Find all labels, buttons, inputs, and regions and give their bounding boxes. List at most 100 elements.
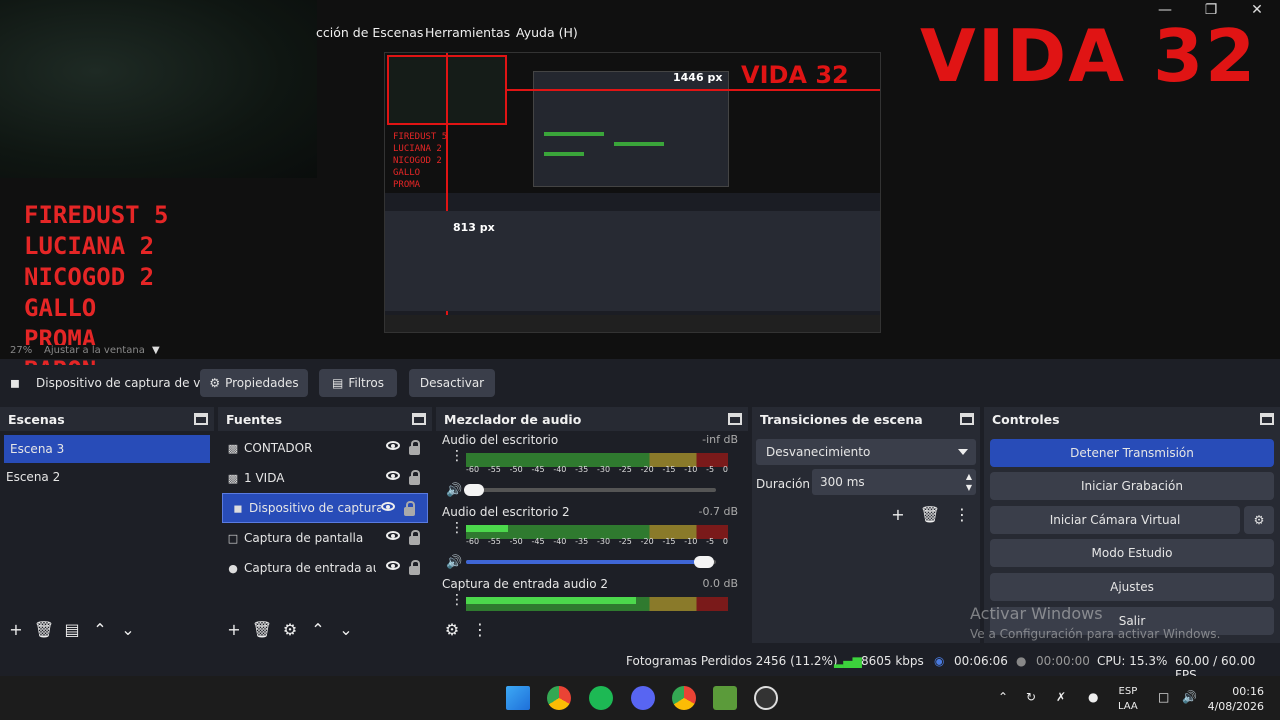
filters-button[interactable]: ▤ Filtros [319, 369, 397, 397]
monitor-icon[interactable]: □ [1158, 690, 1169, 704]
properties-button[interactable]: ⚙ Propiedades [200, 369, 308, 397]
chevron-up-icon[interactable]: ⌃ [998, 690, 1008, 704]
speaker-icon[interactable]: 🔊 [446, 555, 462, 570]
level-meter [466, 597, 728, 611]
dock-title: Escenas [8, 411, 65, 427]
deactivate-button[interactable]: Desactivar [409, 369, 495, 397]
speaker-icon[interactable]: 🔊 [1182, 690, 1197, 704]
gear-icon[interactable]: ⚙ [278, 618, 302, 640]
meter-tick-label: -35 [575, 537, 589, 546]
duration-spinbox[interactable]: 300 ms ▲ ▼ [812, 469, 976, 495]
source-label: Dispositivo de captura de video [249, 501, 381, 515]
menu-scene-collection[interactable]: cción de Escenas [316, 25, 423, 40]
trash-icon[interactable]: 🗑 [918, 503, 942, 525]
source-item[interactable]: ◼ Dispositivo de captura de video [222, 493, 428, 523]
lock-icon[interactable] [409, 440, 420, 455]
obs-icon[interactable] [754, 686, 778, 710]
sources-dock: Fuentes ▩ CONTADOR ▩ 1 VIDA ◼ Dispositiv… [218, 407, 432, 643]
scene-item[interactable]: Escena 3 [4, 435, 210, 463]
lock-icon[interactable] [409, 530, 420, 545]
zoom-dropdown-icon[interactable]: ▼ [152, 345, 160, 356]
chrome-profile-icon[interactable] [672, 686, 696, 710]
lock-icon[interactable] [409, 470, 420, 485]
minimize-icon[interactable]: — [1152, 0, 1178, 20]
microphone-icon[interactable]: ● [1088, 690, 1098, 704]
studio-mode-button[interactable]: Modo Estudio [990, 539, 1274, 567]
menu-tools[interactable]: Herramientas [425, 25, 510, 40]
volume-slider[interactable] [463, 484, 716, 496]
move-up-icon[interactable]: ⌃ [88, 618, 112, 640]
nested-screen-capture[interactable]: 1446 px VIDA 32 FIREDUST 5 LUCIANA 2 NIC… [384, 52, 881, 333]
language-indicator[interactable]: ESP LAA [1118, 684, 1138, 714]
scenes-dock: Escenas Escena 3 Escena 2 + 🗑 ▤ ⌃ ⌄ [0, 407, 214, 643]
meter-ticks: -60 -55 -50 -45 -40 -35 -30 -25 -20 -15 -10 -5 0 [466, 465, 728, 474]
network-off-icon[interactable]: ✗ [1056, 690, 1066, 704]
kebab-menu-icon[interactable]: ⋮ [450, 449, 464, 469]
spotify-icon[interactable] [589, 686, 613, 710]
add-icon[interactable]: + [4, 618, 28, 640]
spin-arrows-icon[interactable]: ▲ ▼ [966, 471, 972, 493]
chrome-icon[interactable] [547, 686, 571, 710]
stop-stream-button[interactable]: Detener Transmisión [990, 439, 1274, 467]
eye-icon[interactable] [386, 531, 400, 540]
meter-tick-label: -10 [684, 537, 698, 546]
filters-label: Filtros [348, 376, 384, 390]
trash-icon[interactable]: 🗑 [32, 618, 56, 640]
virtual-cam-settings-button[interactable]: ⚙ [1244, 506, 1274, 534]
kebab-menu-icon[interactable]: ⋮ [468, 618, 492, 640]
channel-db: -0.7 dB [698, 505, 739, 518]
eye-icon[interactable] [381, 502, 395, 511]
close-icon[interactable]: ✕ [1244, 0, 1270, 20]
nested-height-label: 813 px [453, 221, 495, 234]
undock-icon[interactable] [194, 413, 208, 425]
source-item[interactable]: ▩ CONTADOR [218, 433, 432, 463]
menu-help[interactable]: Ayuda (H) [516, 25, 578, 40]
stream-time: 00:06:06 [954, 654, 1008, 668]
eye-icon[interactable] [386, 441, 400, 450]
gear-icon[interactable]: ⚙ [440, 618, 464, 640]
maximize-icon[interactable]: ❐ [1198, 0, 1224, 20]
duration-value: 300 ms [820, 475, 865, 489]
move-down-icon[interactable]: ⌄ [116, 618, 140, 640]
gear-icon: ⚙ [1253, 513, 1265, 527]
filter-icon[interactable]: ▤ [60, 618, 84, 640]
kebab-menu-icon[interactable]: ⋮ [450, 593, 464, 611]
lock-icon[interactable] [409, 560, 420, 575]
source-item[interactable]: ▩ 1 VIDA [218, 463, 432, 493]
transition-select[interactable]: Desvanecimiento [756, 439, 976, 465]
trash-icon[interactable]: 🗑 [250, 618, 274, 640]
discord-icon[interactable] [631, 686, 655, 710]
move-up-icon[interactable]: ⌃ [306, 618, 330, 640]
channel-name: Audio del escritorio [442, 433, 559, 447]
source-item[interactable]: ● Captura de entrada audio [218, 553, 432, 583]
undock-icon[interactable] [728, 413, 742, 425]
channel-db: -inf dB [702, 433, 738, 446]
move-down-icon[interactable]: ⌄ [334, 618, 358, 640]
start-virtual-cam-button[interactable]: Iniciar Cámara Virtual [990, 506, 1240, 534]
source-item[interactable]: □ Captura de pantalla [218, 523, 432, 553]
windows-start-icon[interactable] [506, 686, 530, 710]
meter-tick-label: 0 [722, 465, 728, 474]
add-icon[interactable]: + [886, 503, 910, 525]
duration-label: Duración [756, 477, 811, 491]
kebab-menu-icon[interactable]: ⋮ [450, 521, 464, 541]
preview-canvas[interactable]: VIDA 32 FIREDUST 5 LUCIANA 2 NICOGOD 2 G… [0, 0, 1280, 384]
minecraft-icon[interactable] [713, 686, 737, 710]
kebab-menu-icon[interactable]: ⋮ [950, 503, 974, 525]
scene-item[interactable]: Escena 2 [0, 463, 214, 491]
eye-icon[interactable] [386, 471, 400, 480]
add-icon[interactable]: + [222, 618, 246, 640]
record-time: 00:00:00 [1036, 654, 1090, 668]
settings-button[interactable]: Ajustes [990, 573, 1274, 601]
volume-slider[interactable] [466, 556, 716, 568]
speaker-icon[interactable]: 🔊 [446, 483, 462, 498]
lock-icon[interactable] [404, 501, 415, 516]
start-recording-button[interactable]: Iniciar Grabación [990, 472, 1274, 500]
zoom-mode[interactable]: Ajustar a la ventana [44, 345, 145, 356]
nested-overlay-title: VIDA 32 [741, 61, 849, 89]
meter-tick-label: -30 [596, 537, 611, 546]
undock-icon[interactable] [412, 413, 426, 425]
sync-icon[interactable]: ↻ [1026, 690, 1036, 704]
eye-icon[interactable] [386, 561, 400, 570]
clock[interactable]: 00:16 4/08/2026 [1208, 684, 1264, 714]
